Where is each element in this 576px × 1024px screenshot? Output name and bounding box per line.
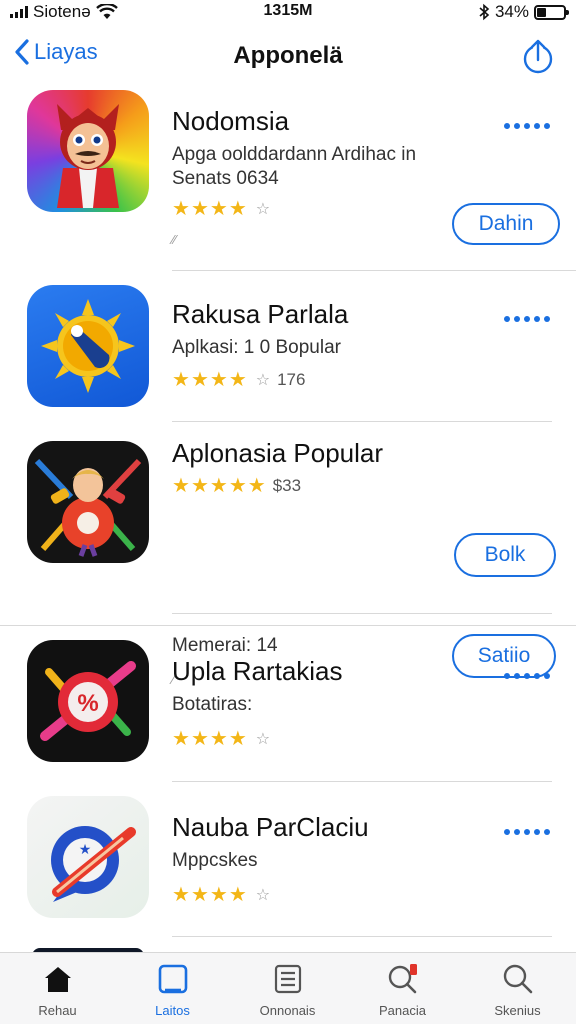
status-right: 34% bbox=[478, 2, 569, 22]
star-empty-icon: ☆ bbox=[255, 730, 271, 748]
more-options-button[interactable] bbox=[504, 123, 550, 129]
rating-stars: ★ ★ ★ ★ ☆ bbox=[172, 196, 270, 221]
star-filled-icon: ★ bbox=[172, 884, 190, 906]
chat-icon: ★ bbox=[51, 826, 136, 902]
get-button[interactable]: Dahin bbox=[452, 203, 560, 245]
tab-label: Rehau bbox=[38, 1003, 77, 1018]
battery-percent: 34% bbox=[494, 2, 529, 21]
app-subtitle: Aplkasi: 1 0 Bopular bbox=[172, 337, 341, 358]
list-icon bbox=[274, 964, 301, 994]
back-button[interactable]: Liayas bbox=[14, 38, 98, 66]
tab-label: Laitos bbox=[155, 1003, 190, 1018]
share-button[interactable] bbox=[522, 38, 554, 79]
list-item[interactable]: Aplonasia Popular ★ ★ ★ ★ ★ $33 Bolk Memerai:… bbox=[0, 422, 576, 687]
home-icon bbox=[44, 967, 71, 992]
star-filled-icon: ★ bbox=[172, 475, 190, 497]
star-filled-icon: ★ bbox=[228, 884, 247, 906]
app-name: Rakusa Parlala bbox=[172, 299, 349, 329]
tab-label: Skenius bbox=[494, 1003, 541, 1018]
divider bbox=[172, 613, 552, 614]
tab-home[interactable]: Rehau bbox=[0, 953, 115, 1024]
svg-text:%: % bbox=[77, 690, 98, 717]
app-subtitle: Senats 0634 bbox=[172, 168, 279, 189]
navigation-bar: Liayas Apponelä bbox=[0, 30, 576, 86]
rating-count: $33 bbox=[272, 475, 302, 495]
app-subtitle: Botatiras: bbox=[172, 694, 253, 715]
status-bar: Siotenə 1315M 34% bbox=[0, 0, 576, 26]
star-filled-icon: ★ bbox=[209, 728, 228, 750]
app-icon[interactable] bbox=[27, 441, 149, 563]
get-button[interactable]: Bolk bbox=[454, 533, 556, 577]
tab-label: Onnonais bbox=[259, 1003, 316, 1018]
list-item[interactable]: % Upla Rartakias Botatiras: ★ ★ ★ ★ ☆ bbox=[0, 626, 576, 781]
battery-icon bbox=[534, 4, 569, 20]
rating-count: 176 bbox=[277, 369, 306, 389]
app-icon[interactable]: % bbox=[27, 640, 149, 762]
tab-laitos[interactable]: Laitos bbox=[115, 953, 230, 1024]
tab-bar: Rehau Laitos Onnonais Panacia Skenius bbox=[0, 952, 576, 1024]
sun-icon bbox=[41, 299, 135, 393]
tab-label: Panacia bbox=[379, 1003, 426, 1018]
star-empty-icon: ☆ bbox=[255, 886, 271, 904]
star-filled-icon: ★ bbox=[209, 198, 228, 220]
app-icon[interactable]: ★ bbox=[27, 796, 149, 918]
more-options-button[interactable] bbox=[504, 316, 550, 322]
battery-fill bbox=[537, 7, 546, 17]
star-filled-icon: ★ bbox=[228, 475, 247, 497]
back-label: Liayas bbox=[34, 39, 98, 64]
app-name: Nauba ParClaciu bbox=[172, 812, 369, 842]
list-item[interactable]: ★ Nauba ParClaciu Mppcskes ★ ★ ★ ★ ☆ bbox=[0, 782, 576, 937]
app-name: Upla Rartakias bbox=[172, 656, 343, 686]
tiny-mark: ⁄⁄ bbox=[172, 232, 177, 247]
character-icon bbox=[57, 104, 119, 208]
star-filled-icon: ★ bbox=[190, 475, 209, 497]
search-icon bbox=[503, 964, 532, 994]
square-icon bbox=[158, 964, 187, 994]
star-filled-icon: ★ bbox=[228, 198, 247, 220]
list-item[interactable]: Rakusa Parlala Aplkasi: 1 0 Bopular ★ ★ ★ ★… bbox=[0, 271, 576, 421]
app-subtitle: Apga oolddardann Ardihac in bbox=[172, 144, 417, 165]
star-empty-icon: ☆ bbox=[255, 200, 271, 218]
percent-icon: % bbox=[40, 661, 136, 741]
more-options-button[interactable] bbox=[504, 829, 550, 835]
star-filled-icon: ★ bbox=[190, 369, 209, 391]
star-filled-icon: ★ bbox=[247, 475, 266, 497]
star-empty-icon: ☆ bbox=[255, 371, 271, 389]
app-subtitle: Mppcskes bbox=[172, 850, 258, 871]
bluetooth-icon bbox=[479, 3, 490, 21]
tab-panacia[interactable]: Panacia bbox=[345, 953, 460, 1024]
app-name: Nodomsia bbox=[172, 106, 290, 136]
star-filled-icon: ★ bbox=[228, 728, 247, 750]
character-icon bbox=[34, 458, 142, 557]
star-filled-icon: ★ bbox=[172, 369, 190, 391]
star-filled-icon: ★ bbox=[172, 728, 190, 750]
rating-stars: ★ ★ ★ ★ ☆ 176 bbox=[172, 367, 305, 392]
chevron-left-icon bbox=[15, 39, 29, 65]
star-filled-icon: ★ bbox=[209, 884, 228, 906]
rating-stars: ★ ★ ★ ★ ☆ bbox=[172, 726, 270, 751]
star-filled-icon: ★ bbox=[190, 884, 209, 906]
app-name: Aplonasia Popular bbox=[172, 438, 384, 468]
tab-onnonais[interactable]: Onnonais bbox=[230, 953, 345, 1024]
star-filled-icon: ★ bbox=[190, 728, 209, 750]
divider bbox=[172, 936, 552, 937]
star-filled-icon: ★ bbox=[209, 475, 228, 497]
star-filled-icon: ★ bbox=[172, 198, 190, 220]
app-icon[interactable] bbox=[27, 285, 149, 407]
app-icon[interactable] bbox=[27, 90, 149, 212]
more-options-button[interactable] bbox=[504, 673, 550, 679]
rating-stars: ★ ★ ★ ★ ☆ bbox=[172, 882, 270, 907]
tab-skenius[interactable]: Skenius bbox=[460, 953, 575, 1024]
star-filled-icon: ★ bbox=[190, 198, 209, 220]
list-item[interactable]: Nodomsia Apga oolddardann Ardihac in Sen… bbox=[0, 86, 576, 271]
share-icon bbox=[523, 39, 553, 74]
star-filled-icon: ★ bbox=[209, 369, 228, 391]
search-badge-icon bbox=[388, 964, 417, 994]
star-filled-icon: ★ bbox=[228, 369, 247, 391]
svg-text:★: ★ bbox=[79, 841, 92, 857]
rating-stars: ★ ★ ★ ★ ★ $33 bbox=[172, 473, 301, 498]
